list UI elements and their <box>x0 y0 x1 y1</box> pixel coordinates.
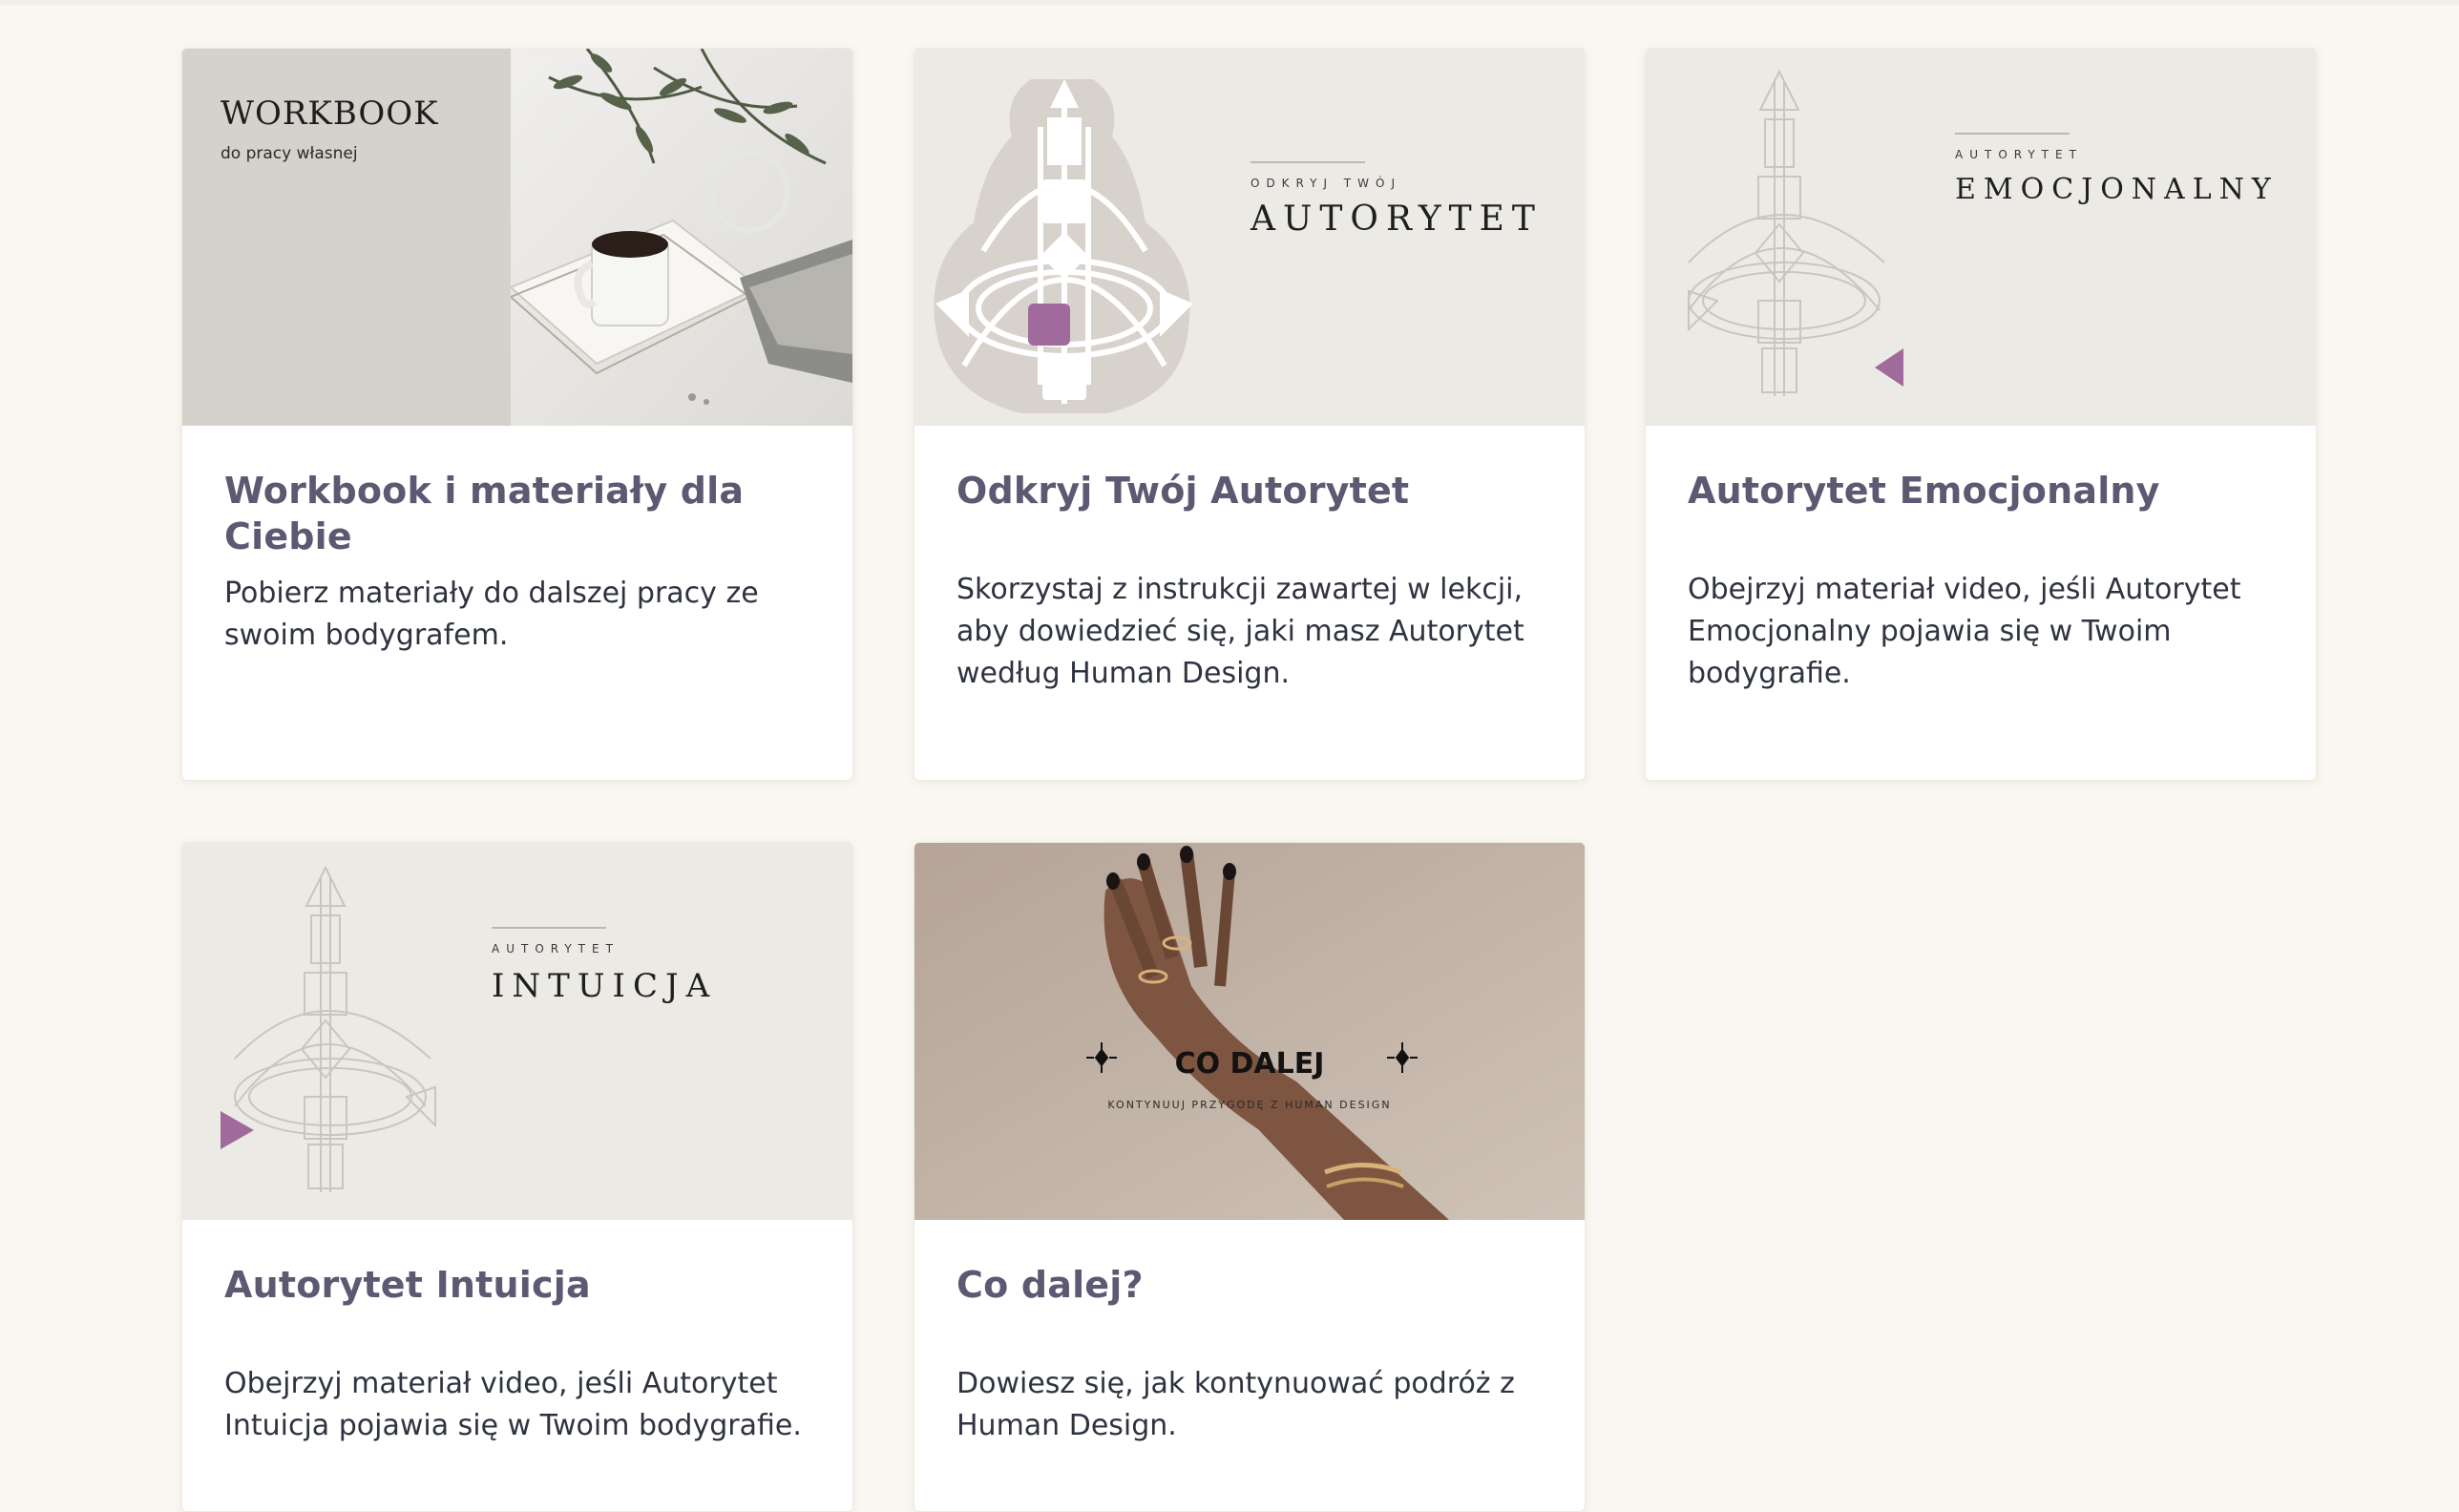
thumb-kicker: AUTORYTET <box>492 942 620 956</box>
bodygraph-icon <box>1688 69 1903 396</box>
lesson-card-odkryj-autorytet[interactable]: ODKRYJ TWÓJ AUTORYTET Odkryj Twój Autory… <box>914 48 1586 781</box>
hand-photo <box>914 843 1585 1220</box>
thumb-heading: INTUICJA <box>492 967 718 1005</box>
card-description: Obejrzyj materiał video, jeśli Autorytet… <box>224 1367 802 1442</box>
card-thumbnail[interactable]: AUTORYTET EMOCJONALNY <box>1646 49 2316 426</box>
card-thumbnail[interactable]: WORKBOOK do pracy własnej <box>182 49 852 426</box>
bodygraph-icon <box>934 79 1193 413</box>
lesson-card-co-dalej[interactable]: CO DALEJ KONTYNUUJ PRZYGODĘ Z HUMAN DESI… <box>914 842 1586 1512</box>
lesson-card-workbook[interactable]: WORKBOOK do pracy własnej Workbook i mat… <box>181 48 853 781</box>
top-divider <box>0 0 2459 5</box>
thumb-kicker: ODKRYJ TWÓJ <box>1251 177 1401 190</box>
lesson-card-autorytet-intuicja[interactable]: AUTORYTET INTUICJA Autorytet Intuicja Ob… <box>181 842 853 1512</box>
bodygraph-icon <box>221 865 436 1192</box>
lesson-card-autorytet-emocjonalny[interactable]: AUTORYTET EMOCJONALNY Autorytet Emocjona… <box>1645 48 2317 781</box>
card-title[interactable]: Co dalej? <box>956 1262 1543 1308</box>
card-thumbnail[interactable]: AUTORYTET INTUICJA <box>182 843 852 1220</box>
thumb-subheading: do pracy własnej <box>221 144 358 163</box>
card-description: Dowiesz się, jak kontynuować podróż z Hu… <box>956 1367 1515 1442</box>
card-description: Pobierz materiały do dalszej pracy ze sw… <box>224 577 759 652</box>
card-description: Skorzystaj z instrukcji zawartej w lekcj… <box>956 573 1524 690</box>
card-title[interactable]: Workbook i materiały dla Ciebie <box>224 468 810 559</box>
card-description: Obejrzyj materiał video, jeśli Autorytet… <box>1688 573 2241 690</box>
thumb-heading: AUTORYTET <box>1251 200 1543 239</box>
card-thumbnail[interactable]: ODKRYJ TWÓJ AUTORYTET <box>914 49 1585 426</box>
card-title[interactable]: Odkryj Twój Autorytet <box>956 468 1543 514</box>
coffee-photo <box>511 49 852 426</box>
card-title[interactable]: Autorytet Emocjonalny <box>1688 468 2274 514</box>
card-thumbnail[interactable]: CO DALEJ KONTYNUUJ PRZYGODĘ Z HUMAN DESI… <box>914 843 1585 1220</box>
thumb-heading: CO DALEJ <box>1174 1047 1325 1081</box>
thumb-subheading: KONTYNUUJ PRZYGODĘ Z HUMAN DESIGN <box>1107 1099 1392 1111</box>
thumb-kicker: AUTORYTET <box>1955 148 2083 161</box>
thumb-heading: WORKBOOK <box>221 94 439 133</box>
card-title[interactable]: Autorytet Intuicja <box>224 1262 810 1308</box>
thumb-heading: EMOCJONALNY <box>1955 173 2279 206</box>
